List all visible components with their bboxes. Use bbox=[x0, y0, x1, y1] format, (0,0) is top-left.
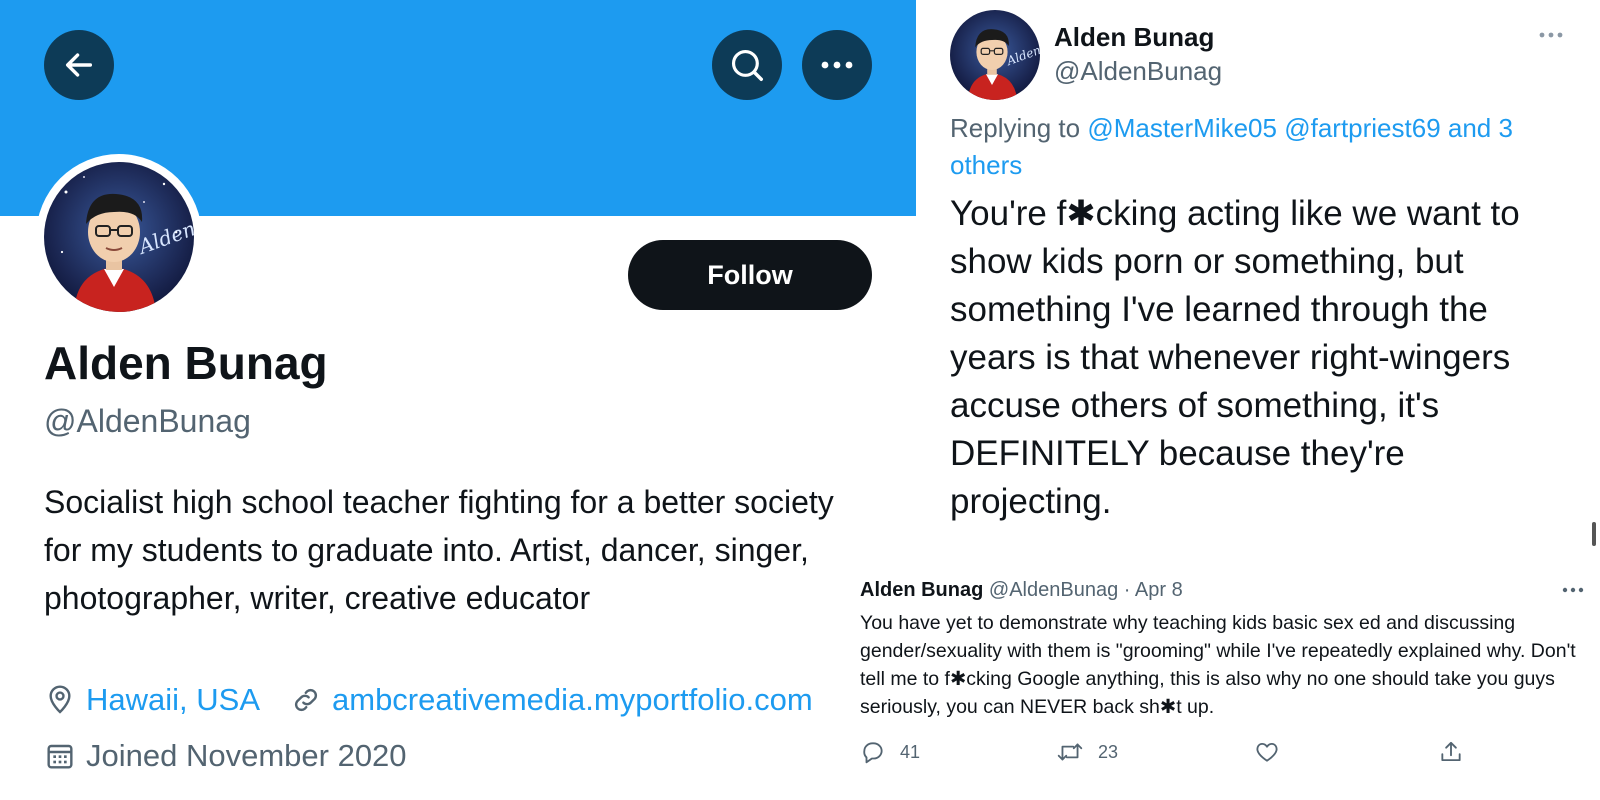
calendar-icon bbox=[47, 744, 73, 769]
reply-more-button[interactable] bbox=[1538, 26, 1564, 44]
quoted-author-handle[interactable]: @AldenBunag bbox=[989, 579, 1118, 601]
more-dots-icon bbox=[1562, 587, 1584, 593]
follow-button[interactable]: Follow bbox=[628, 240, 872, 310]
website-link[interactable]: ambcreativemedia.myportfolio.com bbox=[332, 682, 813, 718]
link-icon bbox=[294, 688, 318, 712]
back-arrow-icon bbox=[65, 53, 93, 77]
reply-tweet-text: You're f✱cking acting like we want to sh… bbox=[950, 194, 1520, 521]
profile-panel: Alden Follow Alden Bunag @AldenBunag Soc… bbox=[0, 0, 916, 800]
profile-location: Hawaii, USA bbox=[44, 682, 260, 718]
reply-author-handle[interactable]: @AldenBunag bbox=[1054, 56, 1222, 87]
profile-joined: Joined November 2020 bbox=[44, 738, 407, 774]
avatar-illustration: Alden bbox=[44, 162, 194, 312]
profile-website: ambcreativemedia.myportfolio.com bbox=[290, 682, 813, 718]
reply-bubble-icon bbox=[863, 742, 883, 764]
quoted-author-name[interactable]: Alden Bunag bbox=[860, 579, 983, 601]
search-button[interactable] bbox=[712, 30, 782, 100]
search-icon bbox=[731, 49, 763, 81]
reply-author-name[interactable]: Alden Bunag bbox=[1054, 22, 1214, 53]
share-action[interactable] bbox=[1438, 739, 1464, 765]
retweet-count: 23 bbox=[1098, 741, 1119, 762]
scrollbar-thumb[interactable] bbox=[1592, 522, 1596, 546]
more-dots-icon bbox=[1539, 32, 1563, 38]
back-button[interactable] bbox=[44, 30, 114, 100]
location-text[interactable]: Hawaii, USA bbox=[86, 682, 260, 718]
profile-display-name: Alden Bunag bbox=[44, 337, 328, 389]
quoted-more-button[interactable] bbox=[1562, 581, 1584, 599]
profile-avatar[interactable]: Alden bbox=[44, 162, 194, 312]
reply-count: 41 bbox=[900, 741, 921, 762]
like-action[interactable] bbox=[1254, 739, 1280, 765]
header-separator: · bbox=[1123, 579, 1131, 601]
replying-prefix: Replying to bbox=[950, 113, 1081, 143]
quoted-tweet-header: Alden Bunag @AldenBunag · Apr 8 bbox=[860, 579, 1183, 602]
replying-to: Replying to @MasterMike05 @fartpriest69 … bbox=[950, 110, 1550, 184]
more-dots-icon bbox=[821, 61, 853, 69]
profile-bio: Socialist high school teacher fighting f… bbox=[44, 484, 834, 616]
share-icon bbox=[1441, 741, 1461, 762]
quoted-tweet: Alden Bunag @AldenBunag · Apr 8 You have… bbox=[850, 575, 1600, 800]
reply-action[interactable]: 41 bbox=[860, 739, 920, 765]
retweet-icon bbox=[1057, 743, 1083, 761]
avatar-illustration: Alden bbox=[950, 10, 1040, 100]
joined-date: Joined November 2020 bbox=[86, 738, 407, 773]
more-options-button[interactable] bbox=[802, 30, 872, 100]
reply-avatar[interactable]: Alden bbox=[950, 10, 1040, 100]
heart-icon bbox=[1256, 742, 1278, 762]
profile-handle: @AldenBunag bbox=[44, 403, 251, 439]
quoted-tweet-date[interactable]: Apr 8 bbox=[1135, 579, 1183, 601]
location-pin-icon bbox=[49, 685, 71, 714]
quoted-tweet-text: You have yet to demonstrate why teaching… bbox=[860, 612, 1576, 718]
reply-tweet: Alden Alden Bunag @AldenBunag Replying t… bbox=[916, 0, 1600, 560]
retweet-action[interactable]: 23 bbox=[1056, 739, 1118, 765]
